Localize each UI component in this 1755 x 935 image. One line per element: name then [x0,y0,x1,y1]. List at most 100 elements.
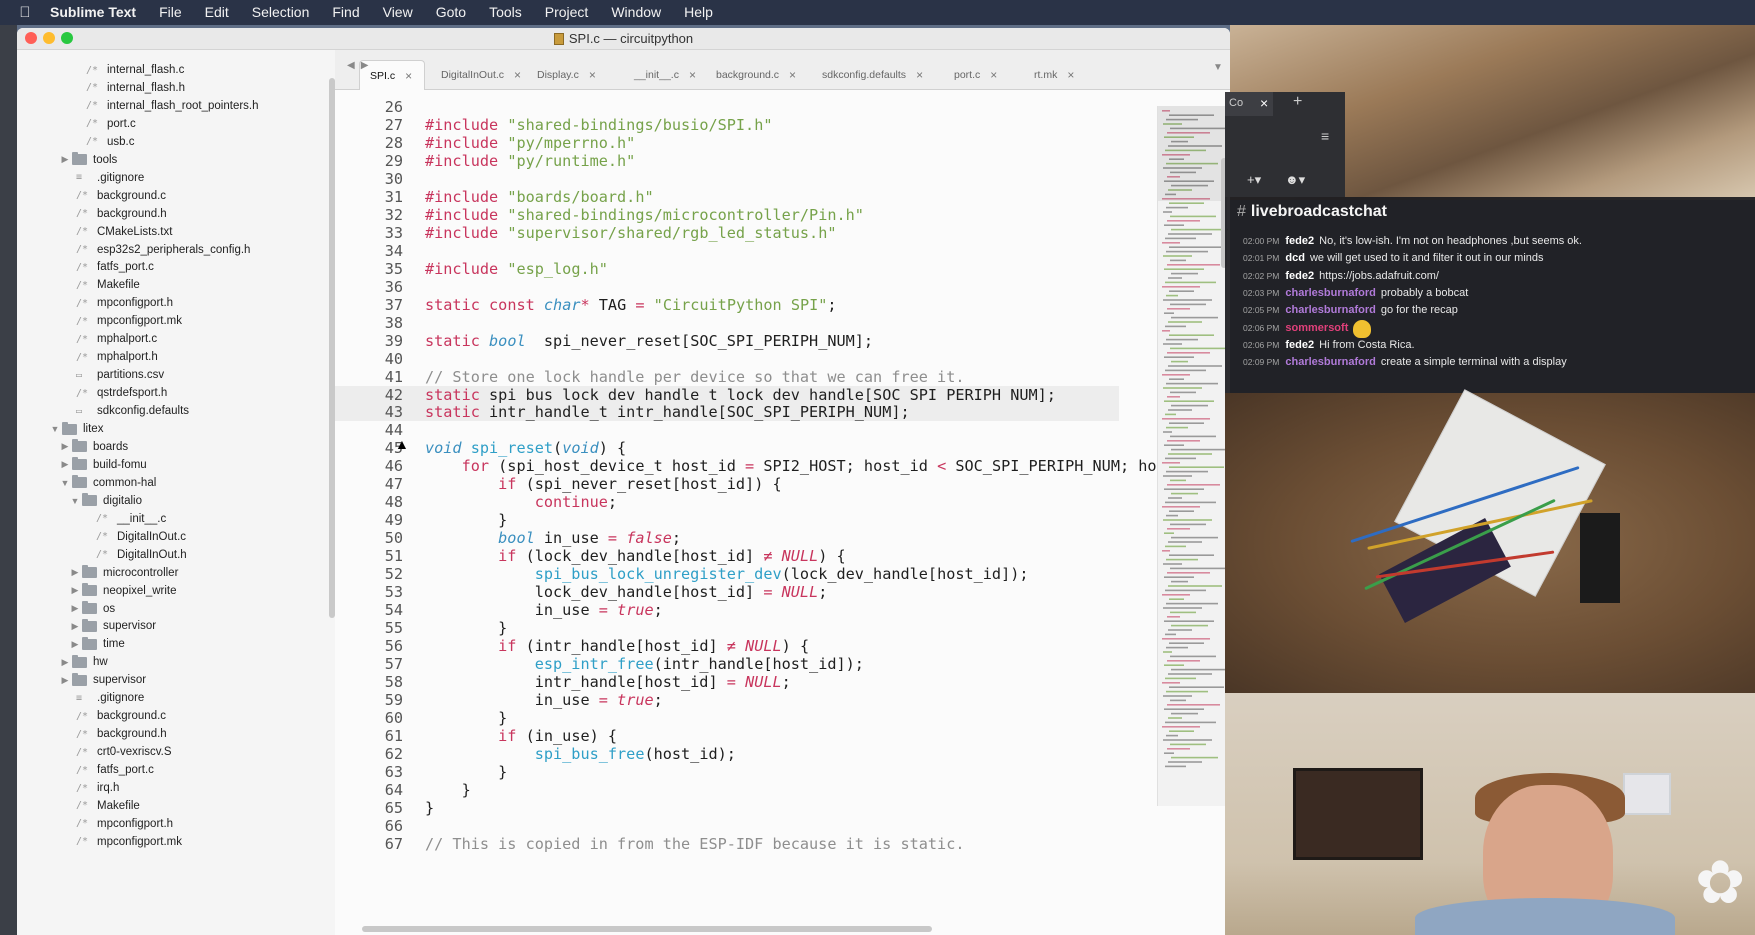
close-tab-icon[interactable]: × [1260,95,1268,111]
chevron-down-icon[interactable]: ▼ [68,496,82,506]
code-line[interactable]: // This is copied in from the ESP-IDF be… [425,835,964,853]
minimap-line [1165,589,1206,592]
code-line[interactable]: #include "shared-bindings/microcontrolle… [425,206,864,224]
code-line[interactable]: spi_bus_free(host_id); [425,745,736,763]
chevron-right-icon[interactable]: ▶ [58,675,72,686]
code-token: #include [425,205,499,224]
chevron-right-icon[interactable]: ▶ [58,459,72,470]
code-line[interactable]: if (spi_never_reset[host_id]) { [425,475,781,493]
close-tab-icon[interactable]: × [689,68,696,82]
code-line[interactable]: } [425,763,507,781]
code-line[interactable]: spi_bus_lock_unregister_dev(lock_dev_han… [425,565,1029,583]
tab-nav-arrows[interactable]: ◀▶ [347,60,374,71]
menu-find[interactable]: Find [332,0,359,25]
code-line[interactable]: if (intr_handle[host_id] ≠ NULL) { [425,637,809,655]
sidebar-item[interactable]: /* mpconfigport.mk [76,832,182,852]
chevron-down-icon[interactable]: ▼ [48,424,62,434]
new-tab-icon[interactable]: + [1293,93,1302,111]
minimap[interactable] [1157,106,1228,806]
menu-selection[interactable]: Selection [252,0,310,25]
chat-username[interactable]: charlesburnaford [1285,287,1375,299]
tab-4[interactable]: background.c × [706,60,805,90]
menu-app-name[interactable]: Sublime Text [50,0,136,25]
code-line[interactable]: #include "py/runtime.h" [425,152,635,170]
close-tab-icon[interactable]: × [405,69,412,83]
code-line[interactable]: } [425,619,507,637]
code-line[interactable]: in_use = true; [425,601,663,619]
chat-username[interactable]: fede2 [1285,235,1314,247]
code-line[interactable]: static const char* TAG = "CircuitPython … [425,296,837,314]
chat-username[interactable]: dcd [1285,252,1305,264]
add-button-icon[interactable]: +▾ [1247,172,1261,188]
code-line[interactable]: #include "py/mperrno.h" [425,134,635,152]
code-line[interactable]: #include "supervisor/shared/rgb_led_stat… [425,224,836,242]
code-line[interactable]: esp_intr_free(intr_handle[host_id]); [425,655,864,673]
tab-3[interactable]: __init__.c × [624,60,699,90]
code-line[interactable]: continue; [425,493,617,511]
editor-horizontal-scrollbar[interactable] [362,926,932,932]
browser-menu-icon[interactable]: ≡ [1321,128,1329,144]
chevron-right-icon[interactable]: ▶ [58,154,72,165]
zoom-window-button[interactable] [61,32,73,44]
code-editor[interactable]: 26 27 #include "shared-bindings/busio/SPI.… [335,90,1161,935]
code-line[interactable]: if (lock_dev_handle[host_id] ≠ NULL) { [425,547,846,565]
chevron-right-icon[interactable]: ▶ [68,639,82,650]
menu-view[interactable]: View [383,0,413,25]
code-line[interactable]: } [425,781,471,799]
code-line[interactable]: bool in_use = false; [425,529,681,547]
chat-username[interactable]: fede2 [1285,339,1314,351]
chat-username[interactable]: charlesburnaford [1285,304,1375,316]
code-line[interactable]: #include "shared-bindings/busio/SPI.h" [425,116,772,134]
close-tab-icon[interactable]: × [990,68,997,82]
code-line[interactable]: #include "esp_log.h" [425,260,608,278]
close-tab-icon[interactable]: × [589,68,596,82]
close-tab-icon[interactable]: × [1067,68,1074,82]
close-tab-icon[interactable]: × [514,68,521,82]
code-token: * [580,295,590,314]
code-line[interactable]: lock_dev_handle[host_id] = NULL; [425,583,828,601]
code-line[interactable]: static spi_bus_lock_dev_handle_t lock_de… [425,386,1056,404]
apple-icon[interactable]:  [14,2,36,24]
close-window-button[interactable] [25,32,37,44]
code-line[interactable]: static intr_handle_t intr_handle[SOC_SPI… [425,403,910,421]
minimap-viewport[interactable] [1158,106,1228,201]
menu-tools[interactable]: Tools [489,0,522,25]
tab-6[interactable]: port.c × [944,60,1017,90]
tab-2[interactable]: Display.c × [527,60,617,90]
code-line[interactable]: if (in_use) { [425,727,617,745]
menu-file[interactable]: File [159,0,182,25]
code-line[interactable]: for (spi_host_device_t host_id = SPI2_HO… [425,457,1161,475]
menu-edit[interactable]: Edit [205,0,229,25]
close-tab-icon[interactable]: × [789,68,796,82]
minimize-window-button[interactable] [43,32,55,44]
chat-username[interactable]: charlesburnaford [1285,356,1375,368]
code-line[interactable]: } [425,799,434,817]
chevron-right-icon[interactable]: ▶ [68,585,82,596]
chevron-right-icon[interactable]: ▶ [68,567,82,578]
chat-username[interactable]: sommersoft [1285,322,1348,334]
chevron-right-icon[interactable]: ▶ [68,621,82,632]
tab-7[interactable]: rt.mk × [1024,60,1074,90]
code-line[interactable]: static bool spi_never_reset[SOC_SPI_PERI… [425,332,873,350]
close-tab-icon[interactable]: × [916,68,923,82]
tab-list-dropdown-icon[interactable]: ▼ [1213,62,1223,73]
code-line[interactable]: in_use = true; [425,691,663,709]
menu-help[interactable]: Help [684,0,713,25]
code-line[interactable]: intr_handle[host_id] = NULL; [425,673,791,691]
chat-username[interactable]: fede2 [1285,270,1314,282]
chevron-right-icon[interactable]: ▶ [68,603,82,614]
menu-goto[interactable]: Goto [436,0,466,25]
chevron-right-icon[interactable]: ▶ [58,441,72,452]
code-line[interactable]: #include "boards/board.h" [425,188,654,206]
menu-project[interactable]: Project [545,0,589,25]
chevron-down-icon[interactable]: ▼ [58,478,72,488]
code-line[interactable]: } [425,709,507,727]
tab-5[interactable]: sdkconfig.defaults × [812,60,937,90]
code-line[interactable]: // Store one lock handle per device so t… [425,368,964,386]
tab-1[interactable]: DigitalInOut.c × [431,60,521,90]
code-line[interactable]: } [425,511,507,529]
chevron-right-icon[interactable]: ▶ [58,657,72,668]
status-icon[interactable]: ☻▾ [1285,172,1305,188]
menu-window[interactable]: Window [611,0,661,25]
code-line[interactable]: void spi_reset(void) { [425,439,626,457]
